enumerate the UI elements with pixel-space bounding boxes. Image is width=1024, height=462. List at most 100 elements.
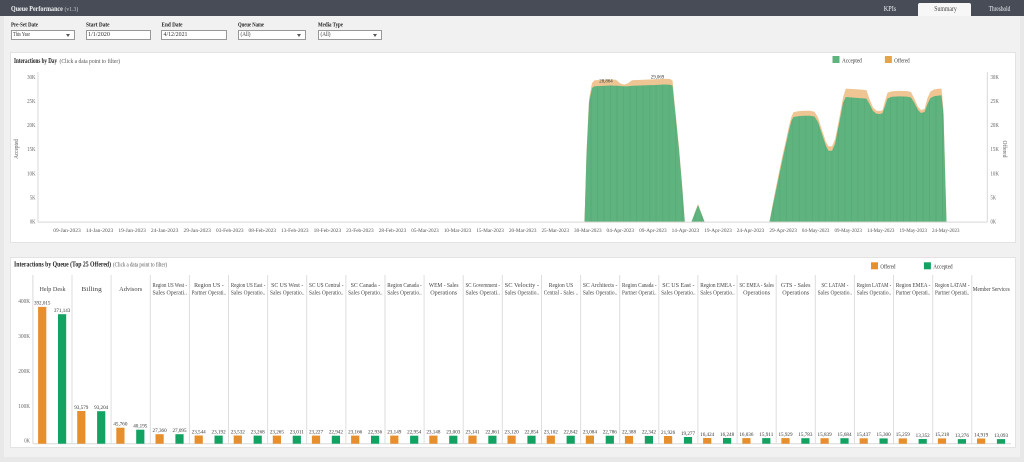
- svg-text:15K: 15K: [991, 147, 1000, 153]
- svg-text:10K: 10K: [27, 171, 36, 177]
- svg-text:Queue Name: Queue Name: [238, 22, 264, 29]
- svg-text:SC Canada -: SC Canada -: [351, 282, 381, 289]
- svg-text:Operations: Operations: [782, 290, 810, 297]
- svg-text:Sales Operatio..: Sales Operatio..: [818, 290, 853, 297]
- svg-text:04-May-2023: 04-May-2023: [802, 228, 830, 234]
- svg-text:0K: 0K: [24, 439, 30, 445]
- svg-text:23,148: 23,148: [426, 429, 440, 435]
- svg-text:SC US West -: SC US West -: [271, 282, 303, 289]
- svg-text:Region Canada -: Region Canada -: [622, 282, 657, 289]
- svg-text:45,760: 45,760: [113, 422, 127, 428]
- svg-text:Threshold: Threshold: [989, 5, 1011, 13]
- svg-text:23,192: 23,192: [212, 429, 226, 435]
- svg-text:Queue Performance: Queue Performance: [11, 4, 63, 13]
- svg-text:20-Mar-2023: 20-Mar-2023: [509, 228, 537, 234]
- svg-text:23,141: 23,141: [465, 429, 479, 435]
- svg-text:30-Mar-2023: 30-Mar-2023: [574, 228, 602, 234]
- svg-text:20K: 20K: [991, 123, 1000, 129]
- svg-text:15,929: 15,929: [778, 432, 792, 438]
- svg-text:GTS - Sales: GTS - Sales: [781, 282, 811, 289]
- svg-text:30K: 30K: [991, 75, 1000, 81]
- svg-text:19-May-2023: 19-May-2023: [900, 228, 928, 234]
- svg-text:(Click a data point to filter): (Click a data point to filter): [113, 261, 167, 268]
- svg-text:23,120: 23,120: [505, 429, 519, 435]
- svg-text:25-Mar-2023: 25-Mar-2023: [541, 228, 569, 234]
- svg-text:13-Feb-2023: 13-Feb-2023: [281, 228, 309, 234]
- svg-text:Offered: Offered: [894, 57, 910, 64]
- svg-text:93,204: 93,204: [94, 405, 108, 411]
- svg-text:This Year: This Year: [13, 31, 31, 38]
- svg-text:23,227: 23,227: [309, 429, 323, 435]
- svg-text:Sales Operatio..: Sales Operatio..: [700, 290, 735, 297]
- svg-text:Start Date: Start Date: [86, 22, 110, 29]
- svg-text:10-Mar-2023: 10-Mar-2023: [444, 228, 472, 234]
- svg-text:18-Feb-2023: 18-Feb-2023: [314, 228, 342, 234]
- svg-text:14,919: 14,919: [974, 432, 988, 438]
- svg-text:Advisors: Advisors: [119, 286, 143, 293]
- svg-text:Offered: Offered: [1001, 141, 1008, 158]
- svg-text:15,300: 15,300: [877, 432, 891, 438]
- svg-text:23,166: 23,166: [348, 429, 362, 435]
- svg-text:04-Apr-2023: 04-Apr-2023: [607, 228, 635, 234]
- svg-text:Sales Operatio..: Sales Operatio..: [309, 290, 344, 297]
- svg-text:15K: 15K: [27, 147, 36, 153]
- svg-text:23,268: 23,268: [251, 429, 265, 435]
- svg-text:22,936: 22,936: [368, 430, 382, 436]
- svg-text:Region EMEA -: Region EMEA -: [896, 282, 931, 289]
- svg-text:22,954: 22,954: [407, 430, 421, 436]
- svg-text:16,424: 16,424: [700, 432, 714, 438]
- svg-text:13,093: 13,093: [994, 433, 1008, 439]
- svg-text:Partner Operati..: Partner Operati..: [935, 290, 970, 297]
- svg-text:Accepted: Accepted: [842, 57, 862, 64]
- svg-text:15,259: 15,259: [896, 432, 910, 438]
- svg-text:300K: 300K: [18, 334, 30, 340]
- svg-text:0K: 0K: [991, 220, 997, 226]
- svg-text:Sales Operatio..: Sales Operatio..: [348, 290, 383, 297]
- svg-text:22,942: 22,942: [329, 430, 343, 436]
- svg-text:Sales Operatio..: Sales Operatio..: [661, 290, 696, 297]
- svg-text:Sales Operati..: Sales Operati..: [466, 290, 501, 297]
- svg-text:Region US: Region US: [549, 282, 574, 289]
- svg-text:23,084: 23,084: [583, 429, 597, 435]
- svg-text:KPIs: KPIs: [884, 5, 897, 13]
- svg-text:Summary: Summary: [934, 5, 957, 13]
- svg-text:19-Jan-2023: 19-Jan-2023: [118, 228, 146, 234]
- svg-text:4/12/2021: 4/12/2021: [164, 31, 188, 38]
- svg-text:09-May-2023: 09-May-2023: [834, 228, 862, 234]
- svg-text:392,015: 392,015: [34, 301, 51, 307]
- svg-text:Partner Operati..: Partner Operati..: [622, 290, 657, 297]
- svg-text:09-Apr-2023: 09-Apr-2023: [639, 228, 667, 234]
- svg-text:Offered: Offered: [880, 264, 896, 271]
- svg-text:20K: 20K: [27, 123, 36, 129]
- svg-text:Operations: Operations: [430, 290, 458, 297]
- svg-text:Region US East -: Region US East -: [231, 282, 266, 289]
- svg-text:SC Architects -: SC Architects -: [583, 282, 618, 289]
- svg-text:16,036: 16,036: [739, 432, 753, 438]
- svg-text:200K: 200K: [18, 369, 30, 375]
- svg-text:Help Desk: Help Desk: [39, 286, 66, 293]
- svg-text:30K: 30K: [27, 75, 36, 81]
- svg-text:Central - Sales ..: Central - Sales ..: [544, 290, 579, 297]
- svg-text:28,864: 28,864: [599, 78, 613, 84]
- svg-text:Accepted: Accepted: [933, 264, 953, 271]
- svg-text:28-Feb-2023: 28-Feb-2023: [379, 228, 407, 234]
- svg-text:15-Mar-2023: 15-Mar-2023: [476, 228, 504, 234]
- svg-text:End Date: End Date: [162, 22, 183, 29]
- svg-text:Accepted: Accepted: [14, 139, 20, 159]
- svg-text:22,342: 22,342: [642, 430, 656, 436]
- svg-text:23-Feb-2023: 23-Feb-2023: [346, 228, 374, 234]
- svg-text:SC Velocity -: SC Velocity -: [505, 282, 540, 289]
- svg-text:Region US West -: Region US West -: [153, 282, 188, 289]
- svg-text:27,095: 27,095: [172, 428, 186, 434]
- svg-text:15,437: 15,437: [857, 432, 871, 438]
- svg-text:15,218: 15,218: [935, 432, 949, 438]
- svg-text:SC US East -: SC US East -: [662, 282, 694, 289]
- svg-text:Member Services: Member Services: [973, 286, 1010, 293]
- svg-text:Region Canada -: Region Canada -: [387, 282, 422, 289]
- svg-text:13,352: 13,352: [916, 433, 930, 439]
- svg-text:93,579: 93,579: [74, 405, 88, 411]
- svg-text:Sales Operatio..: Sales Operatio..: [387, 290, 422, 297]
- svg-text:1/1/2020: 1/1/2020: [88, 31, 110, 38]
- svg-text:23,532: 23,532: [231, 429, 245, 435]
- svg-text:Region EMEA -: Region EMEA -: [700, 282, 735, 289]
